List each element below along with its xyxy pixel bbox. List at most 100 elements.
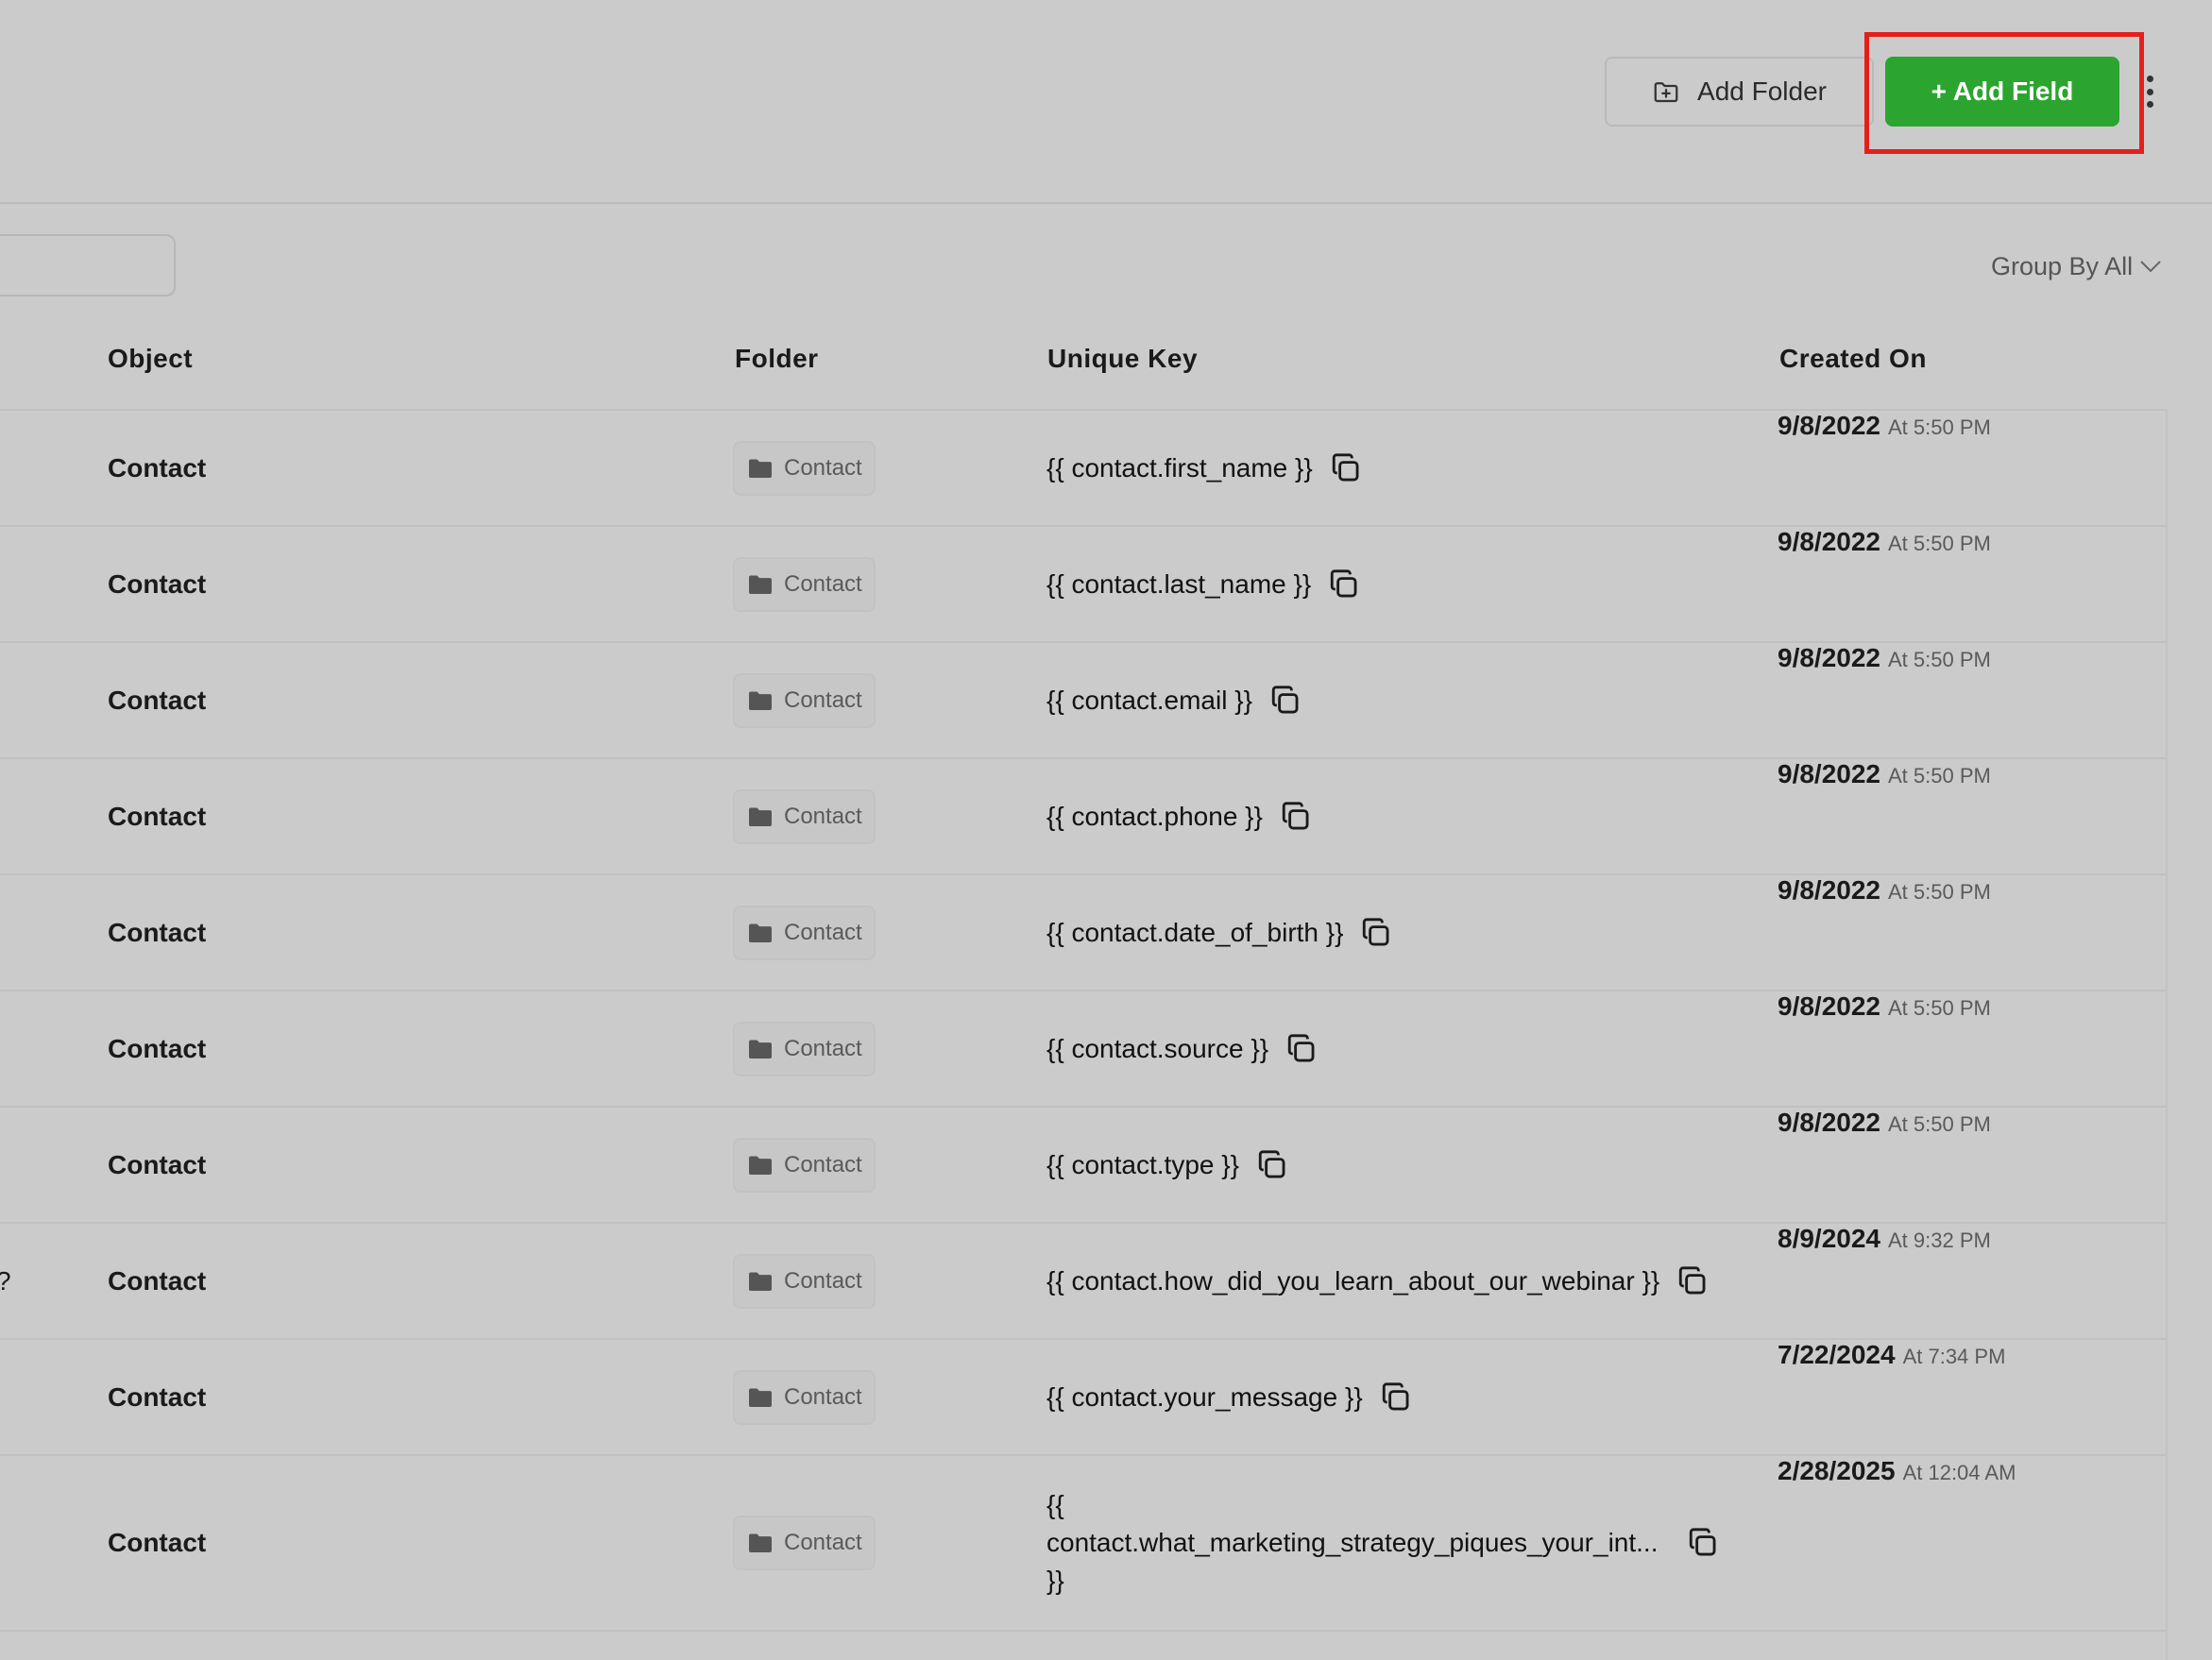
folder-badge[interactable]: Contact [733, 1137, 876, 1193]
created-date: 8/9/2024 [1778, 1224, 1880, 1253]
folder-badge[interactable]: Contact [733, 905, 876, 960]
created-date: 9/8/2022 [1778, 411, 1880, 440]
object-text: Contact [108, 1528, 207, 1557]
folder-label: Contact [784, 1383, 862, 1410]
table-row[interactable]: Contact Contact {{ contact.phone }} 9/8/… [0, 759, 2167, 875]
created-time: At 5:50 PM [1888, 880, 1991, 904]
column-header-object[interactable]: Object [108, 344, 193, 374]
object-cell: Contact [108, 1456, 206, 1630]
copy-icon[interactable] [1687, 1527, 1719, 1559]
unique-key-line: contact.what_marketing_strategy_piques_y… [1046, 1528, 1659, 1557]
object-text: Contact [108, 685, 207, 715]
created-on-cell: 7/22/2024 At 7:34 PM [1778, 1340, 2005, 1454]
folder-badge[interactable]: Contact [733, 788, 876, 844]
copy-icon[interactable] [1676, 1265, 1709, 1297]
folder-label: Contact [784, 1035, 862, 1061]
table-row[interactable]: Contact Contact {{ contact.date_of_birth… [0, 875, 2167, 991]
folder-icon [749, 923, 772, 942]
created-date: 2/28/2025 [1778, 1456, 1896, 1485]
object-cell: Contact [108, 643, 206, 757]
folder-icon [749, 1040, 772, 1059]
column-header-unique-key[interactable]: Unique Key [1047, 344, 1198, 374]
object-text: Contact [108, 917, 207, 947]
truncated-name-text: ? [0, 1266, 11, 1296]
folder-icon [749, 691, 772, 710]
folder-label: Contact [784, 570, 862, 597]
created-time: At 5:50 PM [1888, 1112, 1991, 1136]
column-header-folder[interactable]: Folder [735, 344, 819, 374]
column-header-created-on[interactable]: Created On [1779, 344, 1927, 374]
object-cell: Contact [108, 1108, 206, 1222]
more-options-icon[interactable] [2142, 76, 2157, 108]
folder-icon [749, 1533, 772, 1552]
unique-key-cell: {{ contact.phone }} [1046, 759, 1312, 873]
add-field-button[interactable]: + Add Field [1885, 57, 2119, 127]
created-date: 9/8/2022 [1778, 875, 1880, 905]
table-row[interactable]: Contact Contact {{ contact.email }} 9/8/… [0, 643, 2167, 759]
unique-key-text: {{ contact.how_did_you_learn_about_our_w… [1046, 1265, 1660, 1296]
object-text: Contact [108, 452, 207, 483]
created-time: At 5:50 PM [1888, 415, 1991, 439]
copy-icon[interactable] [1285, 1033, 1318, 1065]
created-date: 9/8/2022 [1778, 1108, 1880, 1137]
table-row[interactable]: Contact Contact {{ contact.last_name }} … [0, 527, 2167, 643]
truncated-name-cell: ? [0, 1224, 11, 1338]
folder-badge[interactable]: Contact [733, 1253, 876, 1309]
unique-key-text: {{ contact.last_name }} [1046, 568, 1312, 599]
copy-icon[interactable] [1380, 1381, 1412, 1414]
object-text: Contact [108, 1265, 207, 1296]
folder-label: Contact [784, 803, 862, 829]
unique-key-line: }} [1046, 1566, 1064, 1595]
unique-key-cell: {{ contact.date_of_birth }} [1046, 875, 1392, 990]
folder-badge[interactable]: Contact [733, 556, 876, 612]
copy-icon[interactable] [1269, 685, 1302, 717]
table-row[interactable]: Contact Contact {{ contact.what_marketing… [0, 1456, 2167, 1632]
add-folder-button[interactable]: Add Folder [1605, 57, 1874, 127]
unique-key-cell: {{ contact.source }} [1046, 991, 1318, 1106]
folder-badge[interactable]: Contact [733, 672, 876, 728]
folder-badge[interactable]: Contact [733, 1516, 876, 1570]
created-time: At 12:04 AM [1902, 1461, 2016, 1484]
table-row[interactable]: Contact Contact {{ contact.type }} 9/8/2… [0, 1108, 2167, 1224]
folder-badge[interactable]: Contact [733, 440, 876, 496]
created-time: At 7:34 PM [1902, 1345, 2006, 1368]
table-row[interactable]: Contact Contact {{ contact.first_name }}… [0, 411, 2167, 527]
folder-cell: Contact [733, 875, 876, 990]
folder-icon [749, 1156, 772, 1175]
object-cell: Contact [108, 1224, 206, 1338]
created-time: At 9:32 PM [1888, 1228, 1991, 1252]
created-on-cell: 9/8/2022 At 5:50 PM [1778, 643, 1991, 757]
copy-icon[interactable] [1328, 568, 1360, 601]
folder-badge[interactable]: Contact [733, 1021, 876, 1076]
folder-label: Contact [784, 686, 862, 713]
group-by-dropdown[interactable]: Group By All [1991, 247, 2163, 285]
copy-icon[interactable] [1330, 452, 1362, 484]
created-on-cell: 8/9/2024 At 9:32 PM [1778, 1224, 1991, 1338]
unique-key-text: {{ contact.source }} [1046, 1033, 1269, 1063]
table-row[interactable]: Contact Contact {{ contact.your_message … [0, 1340, 2167, 1456]
copy-icon[interactable] [1256, 1149, 1288, 1181]
folder-icon [749, 575, 772, 594]
unique-key-text: {{ contact.date_of_birth }} [1046, 917, 1344, 947]
chevron-down-icon [2140, 261, 2161, 273]
unique-key-line: {{ [1046, 1490, 1064, 1519]
folder-label: Contact [784, 1151, 862, 1177]
folder-label: Contact [784, 1530, 862, 1555]
object-cell: Contact [108, 875, 206, 990]
unique-key-text: {{ contact.phone }} [1046, 801, 1263, 831]
unique-key-cell: {{ contact.what_marketing_strategy_piques… [1046, 1456, 1719, 1630]
search-input[interactable] [0, 234, 176, 296]
table-row[interactable]: ? Contact Contact {{ contact.how_did_you… [0, 1224, 2167, 1340]
created-time: At 5:50 PM [1888, 764, 1991, 788]
page-header: Add Folder + Add Field [0, 0, 2212, 204]
copy-icon[interactable] [1280, 801, 1312, 833]
table-row[interactable]: Contact Contact {{ contact.source }} 9/8… [0, 991, 2167, 1108]
folder-cell: Contact [733, 643, 876, 757]
object-cell: Contact [108, 1340, 206, 1454]
copy-icon[interactable] [1360, 917, 1392, 949]
created-time: At 5:50 PM [1888, 996, 1991, 1020]
unique-key-text: {{ contact.first_name }} [1046, 452, 1313, 483]
folder-badge[interactable]: Contact [733, 1369, 876, 1425]
object-text: Contact [108, 1149, 207, 1179]
unique-key-text: {{ contact.your_message }} [1046, 1381, 1363, 1412]
